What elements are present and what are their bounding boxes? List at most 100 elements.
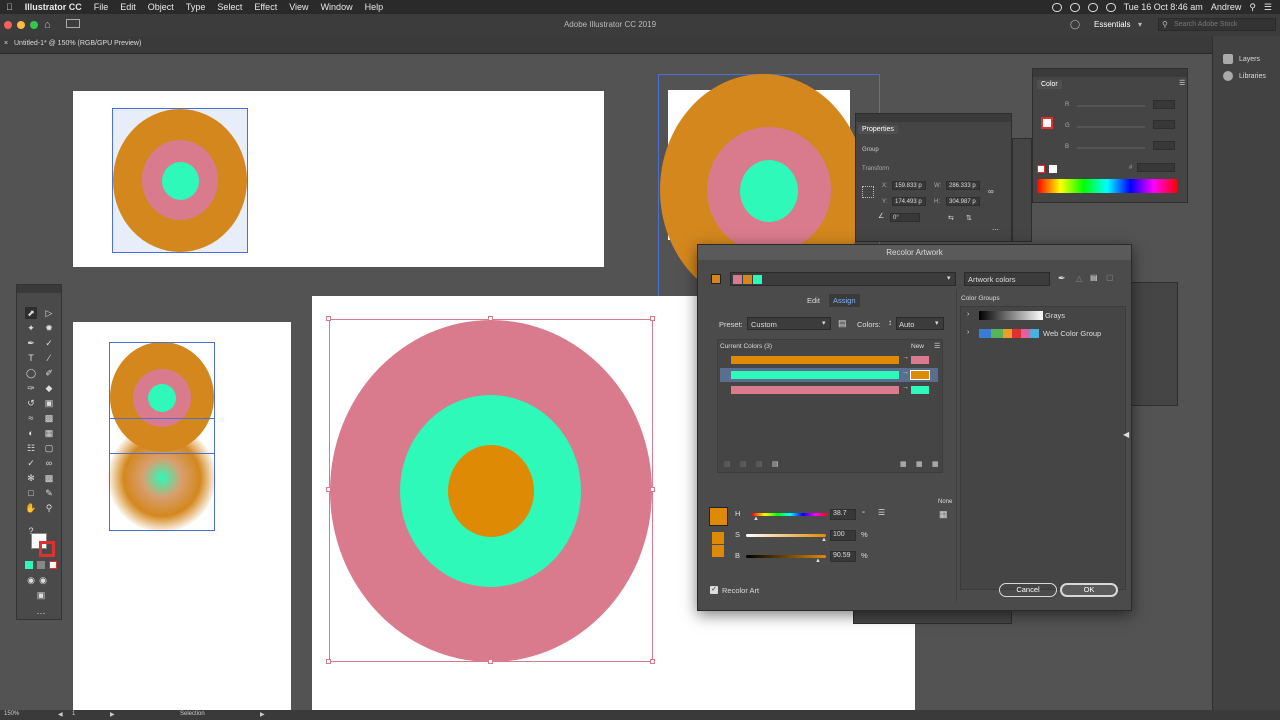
shape-builder-tool-icon[interactable]: ◐ (25, 427, 37, 439)
b-slider[interactable] (1077, 147, 1145, 149)
apple-icon[interactable]:  (0, 2, 19, 12)
color-mode-grid-icon[interactable]: ▦ (939, 509, 948, 520)
lightbulb-icon[interactable]: ◯ (1070, 19, 1080, 30)
tab-assign[interactable]: Assign (829, 294, 860, 307)
hue-slider-thumb[interactable]: ▲ (753, 516, 759, 522)
y-field[interactable]: 174.493 p (892, 197, 926, 206)
close-window-icon[interactable] (4, 21, 12, 29)
b-field[interactable] (1153, 141, 1175, 150)
more-options-icon[interactable]: ⋯ (992, 226, 999, 234)
direct-selection-tool-icon[interactable]: ▷ (43, 307, 55, 319)
scale-tool-icon[interactable]: ▣ (43, 397, 55, 409)
h-field[interactable]: 304.987 p (946, 197, 980, 206)
workspace-switcher[interactable]: Essentials (1094, 20, 1130, 29)
handle-bottom-left[interactable] (326, 659, 331, 664)
out-of-gamut-swatch[interactable] (712, 532, 724, 544)
hsb-menu-icon[interactable]: ☰ (878, 508, 885, 517)
magic-wand-tool-icon[interactable]: ✦ (25, 322, 37, 334)
user-name[interactable]: Andrew (1211, 2, 1242, 12)
eyedropper-tool-icon[interactable]: ✓ (25, 457, 37, 469)
menu-view[interactable]: View (283, 2, 314, 12)
w-field[interactable]: 286.333 p (946, 181, 980, 190)
exclude-colors-icon[interactable]: ▤ (756, 460, 763, 468)
handle-top-right[interactable] (650, 316, 655, 321)
arrange-documents-icon[interactable] (66, 19, 80, 28)
tab-edit[interactable]: Edit (807, 296, 820, 305)
chevron-right-icon[interactable]: › (967, 311, 969, 318)
folder-icon[interactable]: ▤ (1090, 273, 1098, 282)
gradient-tool-icon[interactable]: ▢ (43, 442, 55, 454)
selection-tool-icon[interactable]: ⬈ (25, 307, 37, 319)
chevron-down-icon[interactable]: ▾ (1138, 20, 1142, 29)
handle-left[interactable] (326, 487, 331, 492)
current-color-1[interactable] (731, 356, 899, 364)
spotlight-icon[interactable]: ⚲ (1249, 2, 1256, 13)
new-row-icon[interactable]: ▤ (772, 460, 779, 468)
arrow-right-icon[interactable]: → (902, 384, 909, 391)
colors-stepper-icon[interactable]: ↕ (888, 318, 892, 327)
status-menu-icon[interactable]: ▶ (260, 711, 265, 718)
new-color-1[interactable] (911, 356, 929, 364)
gradient-mode-icon[interactable] (37, 561, 45, 569)
rotate-tool-icon[interactable]: ↺ (25, 397, 37, 409)
column-graph-tool-icon[interactable]: ▩ (43, 472, 55, 484)
active-color-swatch[interactable] (711, 274, 721, 284)
brightness-field[interactable]: 90.59 (830, 551, 856, 562)
clock[interactable]: Tue 16 Oct 8:46 am (1124, 2, 1203, 12)
perspective-grid-tool-icon[interactable]: ▦ (43, 427, 55, 439)
handle-top[interactable] (488, 316, 493, 321)
saturation-slider-thumb[interactable]: ▲ (821, 537, 827, 543)
arrow-right-icon[interactable]: → (902, 354, 909, 361)
artboard-nav-next-icon[interactable]: ▶ (110, 711, 115, 718)
minimize-window-icon[interactable] (17, 21, 25, 29)
handle-bottom[interactable] (488, 659, 493, 664)
color-group-name-field[interactable]: Artwork colors (964, 272, 1050, 286)
g-field[interactable] (1153, 120, 1175, 129)
delete-icon[interactable]: ▢ (1106, 273, 1114, 282)
colors-count-dropdown[interactable]: Auto ▾ (896, 317, 944, 330)
preset-dropdown[interactable]: Custom ▾ (747, 317, 831, 330)
handle-right[interactable] (650, 487, 655, 492)
new-color-3[interactable] (911, 386, 929, 394)
menu-object[interactable]: Object (142, 2, 180, 12)
symbol-sprayer-tool-icon[interactable]: ✻ (25, 472, 37, 484)
paintbrush-tool-icon[interactable]: ✐ (43, 367, 55, 379)
flip-vertical-icon[interactable]: ⇅ (966, 214, 972, 222)
chevron-right-icon[interactable]: › (967, 329, 969, 336)
web-safe-swatch[interactable] (712, 545, 724, 557)
panel-menu-icon[interactable]: ☰ (1179, 79, 1185, 87)
color-mode-icon[interactable] (25, 561, 33, 569)
flip-horizontal-icon[interactable]: ⇆ (948, 214, 954, 222)
menu-file[interactable]: File (88, 2, 115, 12)
x-field[interactable]: 159.833 p (892, 181, 926, 190)
curvature-tool-icon[interactable]: ✓ (43, 337, 55, 349)
table-menu-icon[interactable]: ☰ (934, 342, 940, 350)
current-color-3[interactable] (731, 386, 899, 394)
saturation-slider[interactable] (746, 534, 826, 537)
type-tool-icon[interactable]: T (25, 352, 37, 364)
color-harmony-dropdown[interactable]: ▾ (730, 272, 956, 286)
color-panel-grip[interactable] (1033, 69, 1187, 77)
cancel-button[interactable]: Cancel (999, 583, 1057, 597)
draw-normal-icon[interactable]: ◉ (25, 574, 37, 586)
brightness-slider[interactable] (746, 555, 826, 558)
dock-layers[interactable]: Layers (1223, 54, 1260, 64)
zoom-level[interactable]: 150% (4, 711, 19, 717)
preset-options-icon[interactable]: ▤ (838, 318, 847, 329)
artboard-tool-icon[interactable]: □ (25, 487, 37, 499)
warning-icon[interactable]: △ (1076, 274, 1082, 283)
line-tool-icon[interactable]: ∕ (43, 352, 55, 364)
color-panel-tab[interactable]: Color (1037, 80, 1062, 89)
hue-field[interactable]: 38.7 (830, 509, 856, 520)
saturation-field[interactable]: 100 (830, 530, 856, 541)
artboard-number[interactable]: 1 (72, 711, 75, 717)
hand-tool-icon[interactable]: ✋ (25, 502, 37, 514)
draw-behind-icon[interactable]: ◉ (37, 574, 49, 586)
menu-edit[interactable]: Edit (114, 2, 142, 12)
free-transform-tool-icon[interactable]: ▩ (43, 412, 55, 424)
zoom-tool-icon[interactable]: ⚲ (43, 502, 55, 514)
ok-button[interactable]: OK (1060, 583, 1118, 597)
creative-cloud-icon[interactable] (1069, 2, 1080, 12)
ellipse-tool-icon[interactable]: ◯ (25, 367, 37, 379)
stock-search-input[interactable]: ⚲ Search Adobe Stock (1158, 18, 1276, 31)
